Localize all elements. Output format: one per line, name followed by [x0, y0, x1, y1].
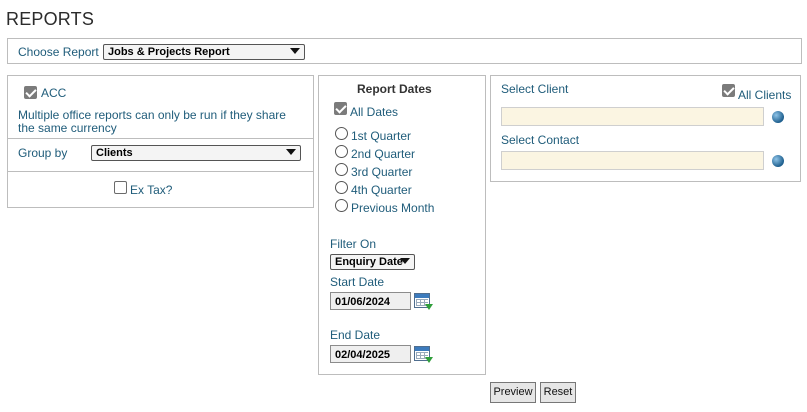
calendar-icon[interactable] — [414, 346, 433, 363]
filter-on-value: Enquiry Date — [335, 256, 403, 268]
quarter2-label: 2nd Quarter — [351, 147, 416, 161]
divider — [8, 171, 313, 172]
ex-tax-checkbox[interactable] — [114, 181, 127, 194]
contact-field[interactable] — [501, 151, 764, 170]
all-dates-checkbox[interactable] — [334, 102, 347, 115]
client-field[interactable] — [501, 107, 764, 126]
options-panel: ACC Multiple office reports can only be … — [7, 75, 314, 208]
globe-icon[interactable] — [772, 155, 784, 167]
quarter4-radio[interactable] — [335, 181, 348, 194]
chevron-down-icon — [400, 258, 410, 264]
quarter1-label: 1st Quarter — [351, 129, 412, 143]
choose-report-label: Choose Report — [18, 45, 99, 59]
acc-checkbox[interactable] — [24, 86, 37, 99]
all-dates-label: All Dates — [350, 105, 399, 119]
reset-button[interactable]: Reset — [540, 382, 576, 403]
acc-label: ACC — [41, 86, 67, 100]
previous-month-radio[interactable] — [335, 199, 348, 212]
filter-on-label: Filter On — [330, 237, 377, 251]
choose-report-bar: Choose Report Jobs & Projects Report — [7, 38, 802, 64]
group-by-label: Group by — [18, 146, 68, 160]
choose-report-select[interactable]: Jobs & Projects Report — [103, 44, 305, 60]
quarter3-radio[interactable] — [335, 163, 348, 176]
currency-note: Multiple office reports can only be run … — [18, 108, 286, 135]
start-date-input[interactable]: 01/06/2024 — [330, 292, 411, 310]
group-by-select[interactable]: Clients — [91, 145, 301, 161]
filter-on-select[interactable]: Enquiry Date — [330, 254, 415, 270]
ex-tax-label: Ex Tax? — [130, 183, 173, 197]
report-dates-panel: Report Dates All Dates 1st Quarter 2nd Q… — [318, 75, 486, 375]
group-by-value: Clients — [96, 147, 133, 159]
globe-icon[interactable] — [772, 111, 784, 123]
client-panel: Select Client All Clients Select Contact — [490, 75, 801, 182]
all-clients-label: All Clients — [738, 88, 792, 102]
previous-month-label: Previous Month — [351, 201, 435, 215]
end-date-label: End Date — [330, 328, 381, 342]
calendar-icon[interactable] — [414, 293, 433, 310]
choose-report-value: Jobs & Projects Report — [108, 46, 230, 58]
start-date-label: Start Date — [330, 275, 385, 289]
end-date-input[interactable]: 02/04/2025 — [330, 345, 411, 363]
page-title: REPORTS — [6, 9, 95, 29]
select-contact-label: Select Contact — [501, 133, 580, 147]
quarter3-label: 3rd Quarter — [351, 165, 413, 179]
chevron-down-icon — [290, 48, 300, 54]
quarter1-radio[interactable] — [335, 127, 348, 140]
quarter4-label: 4th Quarter — [351, 183, 412, 197]
report-dates-title: Report Dates — [357, 82, 432, 96]
divider — [8, 138, 313, 139]
preview-button[interactable]: Preview — [490, 382, 536, 403]
quarter2-radio[interactable] — [335, 145, 348, 158]
all-clients-checkbox[interactable] — [722, 84, 735, 97]
select-client-label: Select Client — [501, 82, 569, 96]
chevron-down-icon — [286, 149, 296, 155]
